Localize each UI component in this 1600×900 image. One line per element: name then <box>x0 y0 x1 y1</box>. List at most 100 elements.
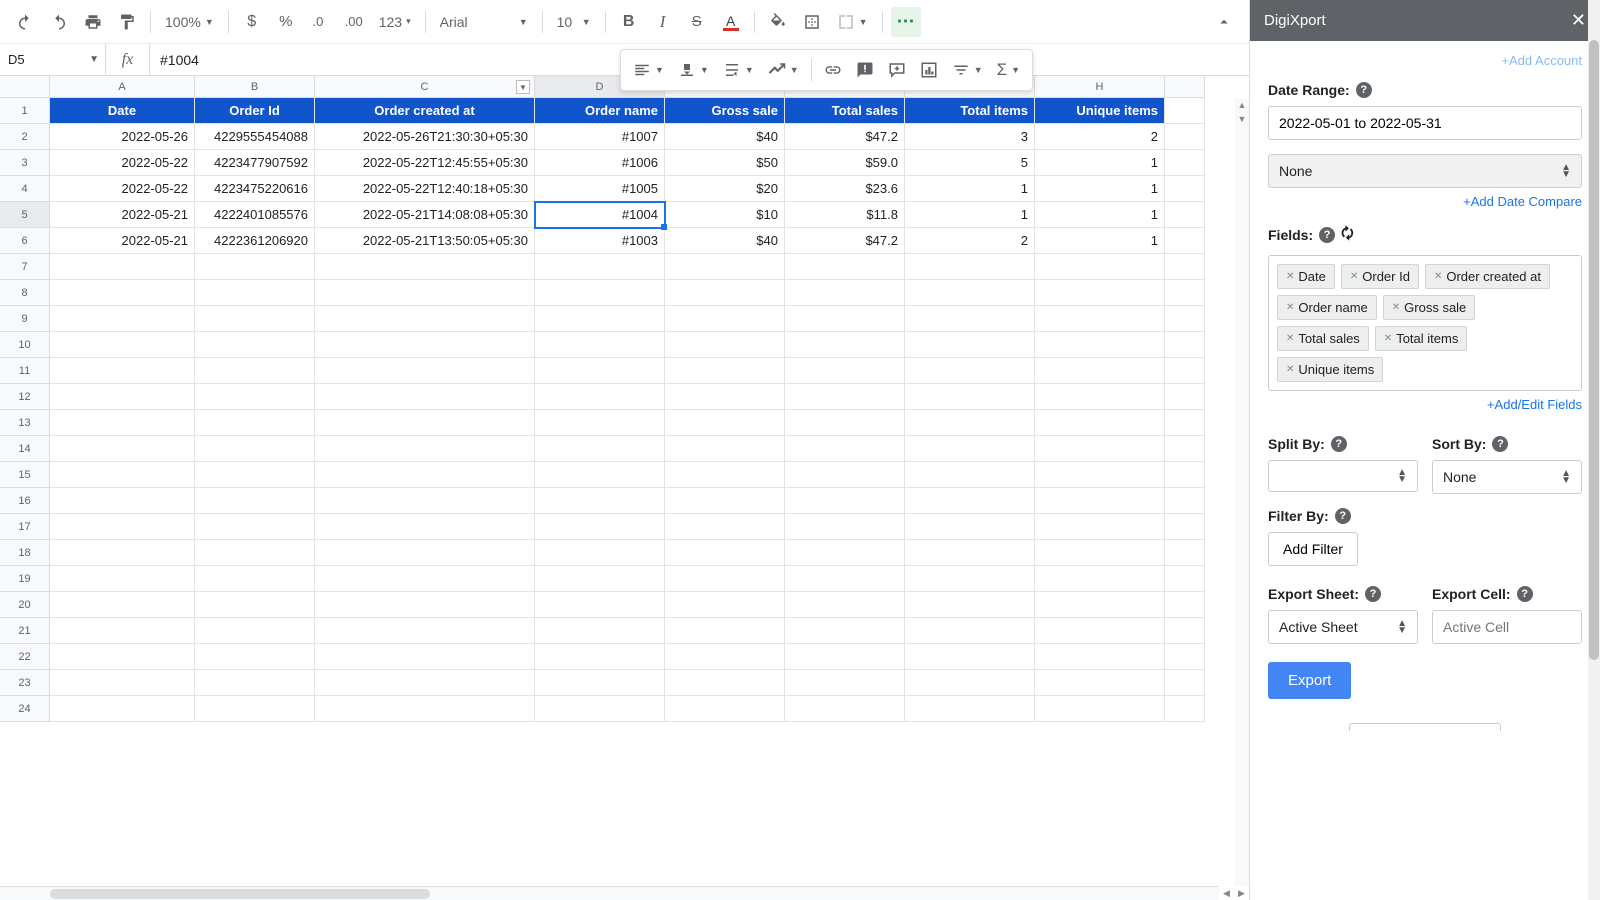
empty-cell[interactable] <box>535 514 665 540</box>
empty-cell[interactable] <box>50 306 195 332</box>
h-align-button[interactable]: ▼ <box>627 61 670 79</box>
row-header[interactable]: 3 <box>0 150 50 176</box>
empty-cell[interactable] <box>315 436 535 462</box>
chip-remove-icon[interactable]: ✕ <box>1350 271 1358 282</box>
collapse-toolbar-button[interactable] <box>1209 7 1239 37</box>
chip-remove-icon[interactable]: ✕ <box>1286 271 1294 282</box>
data-cell[interactable]: 1 <box>1035 202 1165 228</box>
field-chip[interactable]: ✕Order created at <box>1425 264 1550 289</box>
v-align-button[interactable]: ▼ <box>672 61 715 79</box>
empty-cell[interactable] <box>50 566 195 592</box>
empty-cell[interactable] <box>785 618 905 644</box>
comment-button[interactable] <box>850 55 880 85</box>
empty-cell[interactable] <box>195 488 315 514</box>
empty-cell[interactable] <box>665 488 785 514</box>
data-cell[interactable]: 2022-05-21T13:50:05+05:30 <box>315 228 535 254</box>
empty-cell[interactable] <box>315 306 535 332</box>
header-cell[interactable]: Unique items <box>1035 98 1165 124</box>
header-cell[interactable]: Date <box>50 98 195 124</box>
empty-cell[interactable] <box>315 540 535 566</box>
field-chip[interactable]: ✕Total sales <box>1277 326 1369 351</box>
print-button[interactable] <box>78 7 108 37</box>
data-cell[interactable]: $23.6 <box>785 176 905 202</box>
empty-cell[interactable] <box>315 280 535 306</box>
strikethrough-button[interactable]: S <box>682 7 712 37</box>
empty-cell[interactable] <box>785 384 905 410</box>
horizontal-scrollbar[interactable] <box>0 886 1219 900</box>
font-family-select[interactable]: Arial▼ <box>434 14 534 30</box>
header-cell[interactable]: Total items <box>905 98 1035 124</box>
empty-cell[interactable] <box>315 670 535 696</box>
empty-cell[interactable] <box>905 644 1035 670</box>
empty-cell[interactable] <box>905 462 1035 488</box>
empty-cell[interactable] <box>1035 410 1165 436</box>
additional-options-toggle[interactable]: ▼Additional Options <box>1349 723 1500 731</box>
empty-cell[interactable] <box>535 540 665 566</box>
empty-cell[interactable] <box>535 410 665 436</box>
increase-decimal-button[interactable]: .00 <box>339 7 369 37</box>
export-button[interactable]: Export <box>1268 662 1351 699</box>
text-color-button[interactable]: A <box>716 7 746 37</box>
column-header[interactable]: A <box>50 76 195 98</box>
data-cell[interactable]: 4223477907592 <box>195 150 315 176</box>
chip-remove-icon[interactable]: ✕ <box>1286 364 1294 375</box>
empty-cell[interactable] <box>535 254 665 280</box>
borders-button[interactable] <box>797 7 827 37</box>
data-cell[interactable]: 4229555454088 <box>195 124 315 150</box>
field-chip[interactable]: ✕Total items <box>1375 326 1468 351</box>
empty-cell[interactable] <box>1035 280 1165 306</box>
data-cell[interactable]: $11.8 <box>785 202 905 228</box>
help-icon[interactable]: ? <box>1319 227 1335 243</box>
empty-cell[interactable] <box>195 462 315 488</box>
empty-cell[interactable] <box>1035 306 1165 332</box>
empty-cell[interactable] <box>905 540 1035 566</box>
undo-button[interactable] <box>10 7 40 37</box>
row-header[interactable]: 8 <box>0 280 50 306</box>
comment-button-2[interactable] <box>882 55 912 85</box>
refresh-icon[interactable]: 🗘 <box>1341 223 1354 247</box>
empty-cell[interactable] <box>50 696 195 722</box>
empty-cell[interactable] <box>50 358 195 384</box>
row-header[interactable]: 15 <box>0 462 50 488</box>
split-by-select[interactable]: ▲▼ <box>1268 460 1418 492</box>
data-cell[interactable]: $40 <box>665 124 785 150</box>
header-cell[interactable]: Gross sale <box>665 98 785 124</box>
row-header[interactable]: 23 <box>0 670 50 696</box>
data-cell[interactable]: 2 <box>1035 124 1165 150</box>
row-header[interactable]: 18 <box>0 540 50 566</box>
empty-cell[interactable] <box>50 280 195 306</box>
empty-cell[interactable] <box>665 644 785 670</box>
data-cell[interactable]: 1 <box>905 202 1035 228</box>
row-header[interactable]: 20 <box>0 592 50 618</box>
empty-cell[interactable] <box>315 332 535 358</box>
data-cell[interactable]: 1 <box>1035 150 1165 176</box>
chip-remove-icon[interactable]: ✕ <box>1434 271 1442 282</box>
empty-cell[interactable] <box>50 254 195 280</box>
functions-button[interactable]: Σ▼ <box>991 60 1026 80</box>
empty-cell[interactable] <box>50 436 195 462</box>
empty-cell[interactable] <box>1035 644 1165 670</box>
filter-button[interactable]: ▼ <box>946 61 989 79</box>
currency-button[interactable]: $ <box>237 7 267 37</box>
font-size-select[interactable]: 10▼ <box>551 14 597 30</box>
row-header[interactable]: 9 <box>0 306 50 332</box>
row-header[interactable]: 12 <box>0 384 50 410</box>
empty-cell[interactable] <box>1035 436 1165 462</box>
empty-cell[interactable] <box>50 332 195 358</box>
data-cell[interactable]: $50 <box>665 150 785 176</box>
wrap-button[interactable]: ▼ <box>717 61 760 79</box>
empty-cell[interactable] <box>315 358 535 384</box>
empty-cell[interactable] <box>535 462 665 488</box>
name-box[interactable]: D5 ▼ <box>0 44 106 75</box>
data-cell[interactable]: 2022-05-26T21:30:30+05:30 <box>315 124 535 150</box>
data-cell[interactable]: 2022-05-21 <box>50 202 195 228</box>
decrease-decimal-button[interactable]: .0 <box>305 7 335 37</box>
date-range-input[interactable] <box>1268 106 1582 140</box>
empty-cell[interactable] <box>785 670 905 696</box>
column-header[interactable]: B <box>195 76 315 98</box>
field-chip[interactable]: ✕Order name <box>1277 295 1377 320</box>
empty-cell[interactable] <box>195 644 315 670</box>
empty-cell[interactable] <box>785 358 905 384</box>
column-header[interactable]: C▼ <box>315 76 535 98</box>
field-chip[interactable]: ✕Unique items <box>1277 357 1383 382</box>
